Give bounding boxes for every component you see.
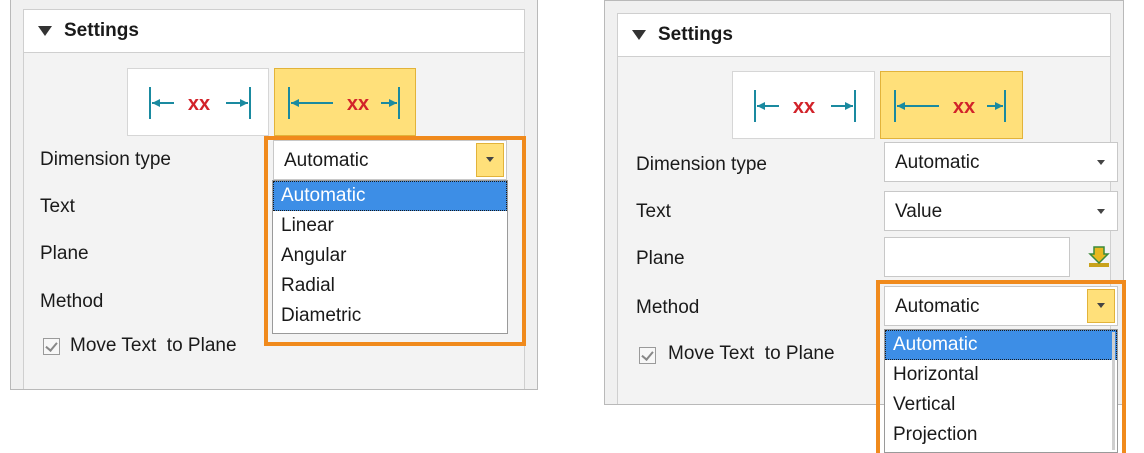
settings-title: Settings: [64, 20, 139, 41]
chevron-down-icon[interactable]: [1097, 160, 1105, 165]
text-combo[interactable]: Value: [884, 191, 1118, 231]
dimension-style-1-icon: xx: [149, 87, 251, 119]
chevron-down-icon[interactable]: [1097, 209, 1105, 214]
move-text-label: Move Text to Plane: [668, 343, 835, 364]
settings-header[interactable]: Settings: [23, 9, 525, 53]
dimension-type-value: Automatic: [895, 152, 980, 173]
dimension-type-label: Dimension type: [636, 154, 767, 175]
method-label: Method: [40, 291, 104, 312]
dimension-style-button-2[interactable]: xx: [880, 71, 1023, 139]
highlight-frame: [876, 280, 1126, 453]
settings-panel-left: Settings xx xx Dimension type Automatic …: [10, 0, 538, 390]
settings-header[interactable]: Settings: [617, 13, 1111, 57]
plane-label: Plane: [636, 248, 685, 269]
dimension-style-button-2[interactable]: xx: [274, 68, 416, 136]
text-value: Value: [895, 201, 943, 222]
collapse-triangle-icon[interactable]: [632, 30, 646, 40]
dimension-style-1-icon: xx: [754, 90, 856, 122]
dimension-style-2-icon: xx: [894, 90, 1006, 122]
dimension-text-1: xx: [188, 93, 210, 115]
dimension-text-2: xx: [347, 93, 369, 115]
pick-plane-icon[interactable]: [1086, 244, 1112, 270]
move-text-checkbox[interactable]: [43, 338, 60, 355]
collapse-triangle-icon[interactable]: [38, 26, 52, 36]
dimension-text-1: xx: [793, 96, 815, 118]
dimension-type-combo[interactable]: Automatic: [884, 142, 1118, 182]
move-text-label: Move Text to Plane: [70, 335, 237, 356]
dimension-style-2-icon: xx: [288, 87, 400, 119]
text-label: Text: [40, 196, 75, 217]
plane-input[interactable]: [884, 237, 1070, 277]
text-label: Text: [636, 201, 671, 222]
move-text-checkbox[interactable]: [639, 347, 656, 364]
plane-label: Plane: [40, 243, 89, 264]
dimension-type-label: Dimension type: [40, 149, 171, 170]
dimension-text-2: xx: [953, 96, 975, 118]
highlight-frame: [264, 136, 526, 346]
settings-title: Settings: [658, 24, 733, 45]
dimension-style-button-1[interactable]: xx: [732, 71, 875, 139]
method-label: Method: [636, 297, 700, 318]
dimension-style-button-1[interactable]: xx: [127, 68, 269, 136]
